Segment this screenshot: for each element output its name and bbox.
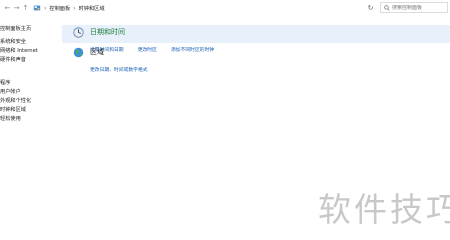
forward-button[interactable]: → <box>12 2 21 14</box>
sidebar-item-appearance[interactable]: 外观和个性化 <box>0 97 31 104</box>
search-box[interactable] <box>380 2 448 13</box>
sidebar-item-home[interactable]: 控制面板主页 <box>0 25 31 32</box>
change-timezone-link[interactable]: 更改时区 <box>138 46 157 53</box>
search-input[interactable] <box>390 4 447 11</box>
up-button[interactable]: ↑ <box>21 2 30 14</box>
sidebar-item-hardware[interactable]: 硬件和声音 <box>0 56 26 63</box>
date-time-links: 设置时间和日期 更改时区 添加不同时区的时钟 <box>90 36 223 55</box>
region-links: 更改日期、时间或数字格式 <box>90 56 157 75</box>
change-formats-link[interactable]: 更改日期、时间或数字格式 <box>90 66 148 73</box>
sidebar-item-programs[interactable]: 程序 <box>0 79 10 86</box>
breadcrumb-separator: › <box>44 4 47 12</box>
breadcrumb-control-panel[interactable]: 控制面板 <box>49 5 70 12</box>
refresh-button[interactable]: ↻ <box>366 3 375 13</box>
back-button[interactable]: ← <box>3 2 12 14</box>
watermark-text: 软件技巧 <box>318 190 450 229</box>
globe-icon <box>73 47 84 58</box>
sidebar-item-system-security[interactable]: 系统和安全 <box>0 38 26 45</box>
sidebar-item-ease-of-access[interactable]: 轻松使用 <box>0 115 21 122</box>
sidebar-item-clock-region[interactable]: 时钟和区域 <box>0 106 26 113</box>
control-panel-icon <box>33 5 41 11</box>
breadcrumb-clock-region[interactable]: 时钟和区域 <box>79 5 105 12</box>
sidebar-item-network[interactable]: 网络和 Internet <box>0 47 38 54</box>
add-clocks-link[interactable]: 添加不同时区的时钟 <box>171 46 214 53</box>
sidebar-item-user-accounts[interactable]: 用户帐户 <box>0 88 21 95</box>
breadcrumb-separator: › <box>73 4 76 12</box>
clock-icon <box>73 27 84 38</box>
